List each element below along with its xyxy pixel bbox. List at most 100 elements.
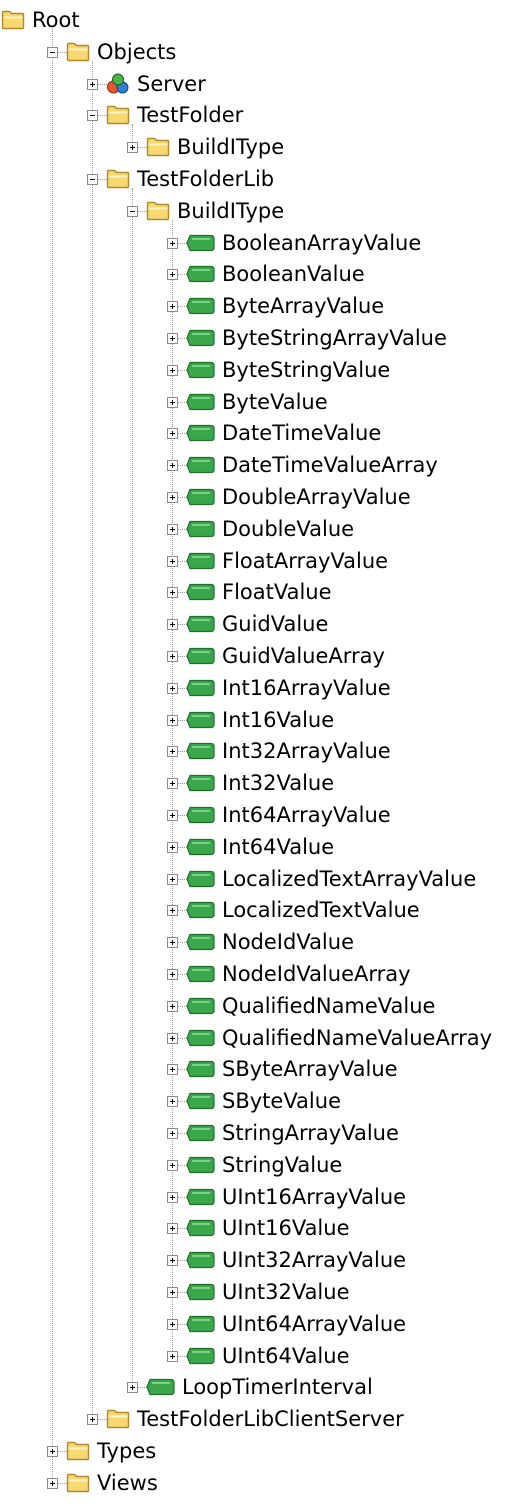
tree-node-int64-array-value-label[interactable]: Int64ArrayValue xyxy=(222,800,391,830)
tree-node-byte-string-value-label[interactable]: ByteStringValue xyxy=(222,355,390,385)
tree-node-build-itype-label[interactable]: BuildIType xyxy=(177,196,284,226)
variable-tag-icon xyxy=(186,1059,216,1084)
expand-date-time-value-toggle[interactable] xyxy=(167,428,178,440)
tree-node-sbyte-value-label[interactable]: SByteValue xyxy=(222,1086,341,1116)
tree-node-byte-value-label[interactable]: ByteValue xyxy=(222,387,328,417)
tree-node-loop-timer-interval-label[interactable]: LoopTimerInterval xyxy=(182,1372,373,1402)
expand-string-array-value-toggle[interactable] xyxy=(167,1128,178,1139)
expand-float-value-toggle[interactable] xyxy=(167,587,178,599)
expand-uint16-array-value-toggle[interactable] xyxy=(167,1191,178,1203)
expand-uint32-value-toggle[interactable] xyxy=(167,1287,178,1298)
tree-node-test-folder-label[interactable]: TestFolder xyxy=(137,100,243,130)
tree-node-types-label[interactable]: Types xyxy=(97,1436,156,1466)
tree-node-int64-value-label[interactable]: Int64Value xyxy=(222,832,334,862)
expand-uint32-array-value-toggle[interactable] xyxy=(167,1255,178,1267)
tree-node-uint16-array-value-label[interactable]: UInt16ArrayValue xyxy=(222,1182,406,1212)
tree-node-localized-text-array-value-label[interactable]: LocalizedTextArrayValue xyxy=(222,864,476,894)
variable-tag-icon xyxy=(186,328,216,353)
expand-node-id-value-array-toggle[interactable] xyxy=(167,969,178,980)
tree-node-guid-value-array-label[interactable]: GuidValueArray xyxy=(222,641,385,671)
tree-node-qualified-name-value-label[interactable]: QualifiedNameValue xyxy=(222,991,435,1021)
expand-byte-string-value-toggle[interactable] xyxy=(167,364,178,376)
expand-int64-value-toggle[interactable] xyxy=(167,841,178,853)
expand-qualified-name-value-array-toggle[interactable] xyxy=(167,1032,178,1044)
tree-node-boolean-value-label[interactable]: BooleanValue xyxy=(222,259,365,289)
tree-node-node-id-value-label[interactable]: NodeIdValue xyxy=(222,927,354,957)
tree-node-build-itype-label[interactable]: BuildIType xyxy=(177,132,284,162)
tree-node-uint32-array-value-label[interactable]: UInt32ArrayValue xyxy=(222,1245,406,1275)
expand-server-toggle[interactable] xyxy=(87,78,98,90)
expand-uint64-array-value-toggle[interactable] xyxy=(167,1318,178,1330)
expand-test-folder-lib-client-server-toggle[interactable] xyxy=(87,1414,98,1426)
tree-node-int16-value-label[interactable]: Int16Value xyxy=(222,705,334,735)
expand-byte-value-toggle[interactable] xyxy=(167,396,178,408)
tree-node-float-value-label[interactable]: FloatValue xyxy=(222,577,332,607)
tree-node-views-label[interactable]: Views xyxy=(97,1468,158,1498)
tree-node-string-array-value-label[interactable]: StringArrayValue xyxy=(222,1118,399,1148)
expand-uint16-value-toggle[interactable] xyxy=(167,1223,178,1235)
expand-localized-text-array-value-toggle[interactable] xyxy=(167,873,178,885)
expand-double-value-toggle[interactable] xyxy=(167,523,178,535)
collapse-objects-toggle[interactable] xyxy=(47,46,58,58)
expand-loop-timer-interval-toggle[interactable] xyxy=(127,1382,138,1394)
expand-views-toggle[interactable] xyxy=(47,1477,58,1489)
tree-node-byte-string-array-value-label[interactable]: ByteStringArrayValue xyxy=(222,323,447,353)
tree-node-qualified-name-value-array-label[interactable]: QualifiedNameValueArray xyxy=(222,1023,492,1053)
variable-tag-icon xyxy=(186,392,216,417)
variable-tag-icon xyxy=(186,1314,216,1339)
tree-node-int32-array-value-label[interactable]: Int32ArrayValue xyxy=(222,736,391,766)
tree-node-sbyte-array-value-label[interactable]: SByteArrayValue xyxy=(222,1054,398,1084)
tree-node-boolean-array-value-label[interactable]: BooleanArrayValue xyxy=(222,228,421,258)
expand-byte-array-value-toggle[interactable] xyxy=(167,301,178,313)
expand-boolean-array-value-toggle[interactable] xyxy=(167,237,178,249)
expand-sbyte-value-toggle[interactable] xyxy=(167,1096,178,1108)
variable-tag-icon xyxy=(186,710,216,735)
tree-node-float-array-value-label[interactable]: FloatArrayValue xyxy=(222,546,388,576)
tree-node-test-folder-lib-client-server-label[interactable]: TestFolderLibClientServer xyxy=(137,1404,404,1434)
tree-node-byte-array-value-label[interactable]: ByteArrayValue xyxy=(222,291,384,321)
expand-float-array-value-toggle[interactable] xyxy=(167,555,178,567)
expand-double-array-value-toggle[interactable] xyxy=(167,492,178,503)
expand-date-time-value-array-toggle[interactable] xyxy=(167,460,178,472)
expand-guid-value-array-toggle[interactable] xyxy=(167,651,178,662)
tree-node-int16-array-value-label[interactable]: Int16ArrayValue xyxy=(222,673,391,703)
collapse-build-itype-toggle[interactable] xyxy=(127,205,138,217)
tree-node-uint32-value-label[interactable]: UInt32Value xyxy=(222,1277,350,1307)
tree-node-objects-label[interactable]: Objects xyxy=(97,37,176,67)
collapse-test-folder-toggle[interactable] xyxy=(87,110,98,122)
tree-node-guid-value-label[interactable]: GuidValue xyxy=(222,609,328,639)
tree-node-uint16-value-label[interactable]: UInt16Value xyxy=(222,1213,350,1243)
expand-byte-string-array-value-toggle[interactable] xyxy=(167,333,178,344)
address-space-tree: Root Objects Server TestFolder BuildIType Tes… xyxy=(0,0,525,1511)
expand-localized-text-value-toggle[interactable] xyxy=(167,905,178,917)
expand-int32-array-value-toggle[interactable] xyxy=(167,746,178,758)
tree-node-double-value-label[interactable]: DoubleValue xyxy=(222,514,354,544)
tree-node-double-array-value-label[interactable]: DoubleArrayValue xyxy=(222,482,411,512)
expand-guid-value-toggle[interactable] xyxy=(167,619,178,631)
expand-int16-value-toggle[interactable] xyxy=(167,714,178,726)
expand-sbyte-array-value-toggle[interactable] xyxy=(167,1064,178,1076)
expand-node-id-value-toggle[interactable] xyxy=(167,937,178,949)
expand-string-value-toggle[interactable] xyxy=(167,1159,178,1171)
tree-node-test-folder-lib-label[interactable]: TestFolderLib xyxy=(137,164,274,194)
expand-int16-array-value-toggle[interactable] xyxy=(167,682,178,694)
expand-int32-value-toggle[interactable] xyxy=(167,778,178,790)
tree-node-root-label[interactable]: Root xyxy=(32,5,80,35)
collapse-test-folder-lib-toggle[interactable] xyxy=(87,174,98,185)
tree-node-int32-value-label[interactable]: Int32Value xyxy=(222,768,334,798)
tree-node-date-time-value-label[interactable]: DateTimeValue xyxy=(222,418,381,448)
tree-node-uint64-value-label[interactable]: UInt64Value xyxy=(222,1341,350,1371)
variable-tag-icon xyxy=(186,1091,216,1116)
expand-qualified-name-value-toggle[interactable] xyxy=(167,1000,178,1012)
expand-uint64-value-toggle[interactable] xyxy=(167,1350,178,1362)
expand-int64-array-value-toggle[interactable] xyxy=(167,810,178,821)
tree-node-uint64-array-value-label[interactable]: UInt64ArrayValue xyxy=(222,1309,406,1339)
expand-types-toggle[interactable] xyxy=(47,1446,58,1457)
tree-node-localized-text-value-label[interactable]: LocalizedTextValue xyxy=(222,895,420,925)
tree-node-string-value-label[interactable]: StringValue xyxy=(222,1150,342,1180)
expand-build-itype-toggle[interactable] xyxy=(127,142,138,154)
tree-node-server-label[interactable]: Server xyxy=(137,69,206,99)
expand-boolean-value-toggle[interactable] xyxy=(167,269,178,281)
tree-node-date-time-value-array-label[interactable]: DateTimeValueArray xyxy=(222,450,438,480)
tree-node-node-id-value-array-label[interactable]: NodeIdValueArray xyxy=(222,959,411,989)
